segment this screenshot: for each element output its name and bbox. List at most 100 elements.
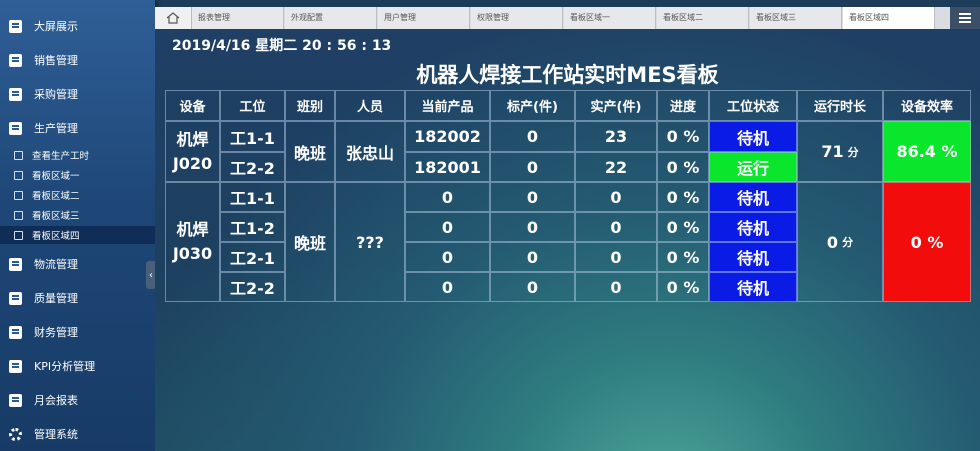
sidebar-item-label: 大屏展示	[34, 20, 78, 33]
sidebar-subitem-label: 看板区域四	[32, 231, 80, 242]
device-cell: 机焊 J020	[165, 121, 220, 182]
station-cell: 工2-1	[220, 242, 285, 272]
menu-icon	[959, 17, 971, 19]
board-icon	[14, 210, 23, 220]
sidebar-item-kpi[interactable]: KPI分析管理	[0, 351, 155, 381]
station-cell: 工1-1	[220, 182, 285, 212]
board-icon	[14, 170, 23, 180]
actual-output-cell: 0	[575, 242, 657, 272]
runtime-value: 0	[826, 232, 839, 252]
sidebar-item-label: 财务管理	[34, 326, 78, 339]
status-badge: 待机	[709, 242, 797, 272]
document-icon	[9, 291, 22, 305]
sidebar-subitem-board-4[interactable]: 看板区域四	[0, 226, 155, 244]
header-efficiency: 设备效率	[883, 90, 971, 121]
document-icon	[9, 87, 22, 101]
header-progress: 进度	[657, 90, 709, 121]
product-cell: 0	[405, 212, 490, 242]
standard-output-cell: 0	[490, 212, 575, 242]
product-cell: 0	[405, 182, 490, 212]
tab-board-area-1[interactable]: 看板区域一	[564, 7, 656, 29]
shift-cell: 晚班	[285, 121, 335, 182]
status-badge: 待机	[709, 121, 797, 152]
sidebar-item-label: 生产管理	[34, 122, 78, 135]
efficiency-cell: 0 %	[883, 182, 971, 302]
station-cell: 工2-2	[220, 272, 285, 302]
menu-button[interactable]	[950, 7, 980, 29]
tab-board-area-2[interactable]: 看板区域二	[657, 7, 749, 29]
person-cell: ???	[335, 182, 405, 302]
header-actual-output: 实产(件)	[575, 90, 657, 121]
sidebar-item-label: 管理系统	[34, 428, 78, 441]
tab-permission-management[interactable]: 权限管理	[471, 7, 563, 29]
tab-report-management[interactable]: 报表管理	[192, 7, 284, 29]
header-person: 人员	[335, 90, 405, 121]
station-cell: 工1-2	[220, 212, 285, 242]
sidebar-item-dashboard[interactable]: 大屏展示	[0, 11, 155, 41]
document-icon	[9, 53, 22, 67]
product-cell: 182001	[405, 152, 490, 182]
sidebar-item-monthly-report[interactable]: 月会报表	[0, 385, 155, 415]
progress-cell: 0 %	[657, 212, 709, 242]
tab-board-area-4[interactable]: 看板区域四	[843, 7, 935, 29]
board-title: 机器人焊接工作站实时MES看板	[416, 63, 719, 87]
sidebar-item-logistics[interactable]: 物流管理	[0, 249, 155, 279]
sidebar-item-label: 物流管理	[34, 258, 78, 271]
bar-chart-icon	[14, 150, 23, 160]
header-standard-output: 标产(件)	[490, 90, 575, 121]
header-station: 工位	[220, 90, 285, 121]
status-badge: 运行	[709, 152, 797, 182]
document-icon	[9, 121, 22, 135]
sidebar-item-finance[interactable]: 财务管理	[0, 317, 155, 347]
runtime-unit: 分	[847, 145, 859, 159]
sidebar-subitem-board-1[interactable]: 看板区域一	[0, 166, 155, 184]
actual-output-cell: 22	[575, 152, 657, 182]
sidebar-subitem-work-hours[interactable]: 查看生产工时	[0, 146, 155, 164]
sidebar-subitem-board-3[interactable]: 看板区域三	[0, 206, 155, 224]
tab-user-management[interactable]: 用户管理	[378, 7, 470, 29]
progress-cell: 0 %	[657, 272, 709, 302]
runtime-cell: 71 分	[797, 121, 883, 182]
gear-icon	[9, 427, 22, 441]
sidebar-subitem-label: 看板区域二	[32, 191, 80, 202]
actual-output-cell: 0	[575, 182, 657, 212]
board-panel: 2019/4/16 星期二 20 : 56 : 13 机器人焊接工作站实时MES…	[155, 29, 980, 451]
sidebar-subitem-label: 看板区域一	[32, 171, 80, 182]
product-cell: 0	[405, 242, 490, 272]
sidebar-item-sales[interactable]: 销售管理	[0, 45, 155, 75]
station-cell: 工1-1	[220, 121, 285, 152]
person-cell: 张忠山	[335, 121, 405, 182]
sidebar-item-quality[interactable]: 质量管理	[0, 283, 155, 313]
actual-output-cell: 0	[575, 212, 657, 242]
header-runtime: 运行时长	[797, 90, 883, 121]
device-cell: 机焊 J030	[165, 182, 220, 302]
sidebar-item-label: 月会报表	[34, 394, 78, 407]
home-tab[interactable]	[155, 7, 192, 29]
datetime-display: 2019/4/16 星期二 20 : 56 : 13	[172, 38, 392, 54]
station-cell: 工2-2	[220, 152, 285, 182]
sidebar-subitem-label: 查看生产工时	[32, 151, 90, 162]
sidebar-item-system[interactable]: 管理系统	[0, 419, 155, 449]
sidebar: 大屏展示 销售管理 采购管理 生产管理 查看生产工时 看板区域一 看板区域二 看…	[0, 0, 155, 451]
tab-board-area-3[interactable]: 看板区域三	[750, 7, 842, 29]
header-shift: 班别	[285, 90, 335, 121]
document-icon	[9, 325, 22, 339]
standard-output-cell: 0	[490, 121, 575, 152]
sidebar-item-label: 销售管理	[34, 54, 78, 67]
sidebar-item-purchase[interactable]: 采购管理	[0, 79, 155, 109]
actual-output-cell: 23	[575, 121, 657, 152]
header-station-status: 工位状态	[709, 90, 797, 121]
standard-output-cell: 0	[490, 182, 575, 212]
progress-cell: 0 %	[657, 182, 709, 212]
document-icon	[9, 393, 22, 407]
sidebar-subitem-board-2[interactable]: 看板区域二	[0, 186, 155, 204]
product-cell: 182002	[405, 121, 490, 152]
runtime-cell: 0分	[797, 182, 883, 302]
progress-cell: 0 %	[657, 152, 709, 182]
runtime-unit: 分	[842, 236, 854, 249]
product-cell: 0	[405, 272, 490, 302]
tab-bar: 报表管理 外观配置 用户管理 权限管理 看板区域一 看板区域二 看板区域三 看板…	[155, 7, 980, 29]
sidebar-item-production[interactable]: 生产管理	[0, 113, 155, 143]
tab-appearance-config[interactable]: 外观配置	[285, 7, 377, 29]
board-icon	[14, 190, 23, 200]
